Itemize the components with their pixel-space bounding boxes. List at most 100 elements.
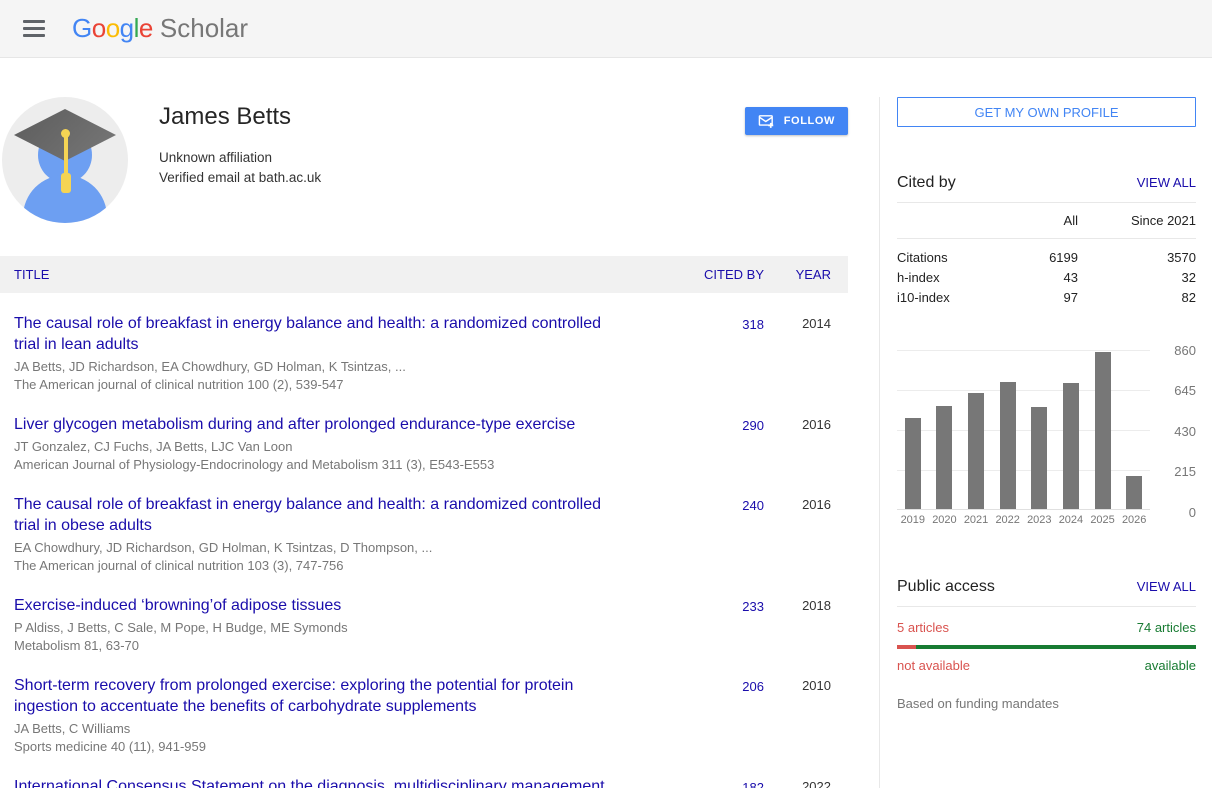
metric-row-i10-index: i10-index 97 82: [897, 288, 1196, 308]
articles-table-header: TITLE CITED BY YEAR: [0, 256, 848, 293]
column-all: All: [998, 213, 1078, 228]
article-row: International Consensus Statement on the…: [0, 756, 848, 788]
profile-name: James Betts: [159, 103, 321, 131]
menu-icon[interactable]: [14, 9, 54, 49]
profile-affiliation: Unknown affiliation: [159, 148, 321, 168]
chart-bar-2026[interactable]: [1126, 476, 1142, 509]
chart-bar-column: [960, 350, 992, 509]
article-row: Liver glycogen metabolism during and aft…: [0, 394, 848, 474]
public-access-bar-available: [916, 645, 1196, 649]
chart-bar-column: [1118, 350, 1150, 509]
article-year: 2022: [764, 776, 848, 788]
scholar-logo-text: Scholar: [160, 13, 248, 44]
cited-by-panel: Cited by VIEW ALL All Since 2021 Citatio…: [897, 174, 1196, 308]
chart-bar-column: [1055, 350, 1087, 509]
chart-bar-2022[interactable]: [1000, 382, 1016, 509]
article-title-link[interactable]: Exercise-induced ‘browning’of adipose ti…: [14, 597, 341, 614]
article-venue: Metabolism 81, 63-70: [14, 637, 629, 655]
article-row: The causal role of breakfast in energy b…: [0, 474, 848, 575]
chart-year-label: 2025: [1087, 514, 1119, 526]
article-title-link[interactable]: The causal role of breakfast in energy b…: [14, 496, 601, 534]
article-cited-by-link[interactable]: 240: [742, 498, 764, 513]
articles-body: The causal role of breakfast in energy b…: [0, 293, 848, 788]
chart-bar-2024[interactable]: [1063, 383, 1079, 509]
chart-bar-2019[interactable]: [905, 418, 921, 509]
available-articles-link[interactable]: 74 articles: [1137, 620, 1196, 635]
article-venue: Sports medicine 40 (11), 941-959: [14, 738, 629, 756]
article-title-link[interactable]: Short-term recovery from prolonged exerc…: [14, 677, 573, 715]
article-venue: The American journal of clinical nutriti…: [14, 376, 629, 394]
chart-year-label: 2026: [1118, 514, 1150, 526]
google-logo-letters: Google: [72, 13, 153, 44]
chart-bar-column: [1087, 350, 1119, 509]
citations-chart-bars: [897, 350, 1150, 509]
article-authors: P Aldiss, J Betts, C Sale, M Pope, H Bud…: [14, 619, 629, 637]
article-cited-by-link[interactable]: 290: [742, 418, 764, 433]
article-year: 2016: [764, 494, 848, 575]
chart-year-label: 2021: [960, 514, 992, 526]
app-header: Google Scholar: [0, 0, 1212, 58]
article-cited-by-link[interactable]: 182: [742, 780, 764, 788]
google-scholar-logo[interactable]: Google Scholar: [72, 13, 248, 44]
chart-year-label: 2022: [992, 514, 1024, 526]
funding-mandates-note: Based on funding mandates: [897, 696, 1196, 711]
sort-by-year-link[interactable]: YEAR: [796, 267, 831, 282]
available-label: available: [1145, 658, 1196, 673]
chart-x-labels: 20192020202120222023202420252026: [897, 514, 1150, 526]
public-access-panel: Public access VIEW ALL 5 articles 74 art…: [897, 578, 1196, 711]
chart-y-axis: 8606454302150: [1156, 350, 1196, 512]
sort-by-title-link[interactable]: TITLE: [14, 267, 49, 282]
envelope-plus-icon: [758, 113, 775, 130]
metric-row-h-index: h-index 43 32: [897, 268, 1196, 288]
chart-plot-area: [897, 350, 1150, 510]
chart-bar-column: [929, 350, 961, 509]
article-cited-by-link[interactable]: 233: [742, 599, 764, 614]
article-row: Short-term recovery from prolonged exerc…: [0, 655, 848, 756]
article-title-link[interactable]: The causal role of breakfast in energy b…: [14, 315, 601, 353]
public-access-progress-bar: [897, 645, 1196, 649]
citations-per-year-chart: 20192020202120222023202420252026 8606454…: [897, 350, 1196, 526]
articles-table: TITLE CITED BY YEAR The causal role of b…: [0, 256, 848, 788]
public-access-bar-unavailable: [897, 645, 916, 649]
metric-row-citations: Citations 6199 3570: [897, 248, 1196, 268]
chart-year-label: 2024: [1055, 514, 1087, 526]
main-content: James Betts Unknown affiliation Verified…: [0, 58, 1212, 788]
article-year: 2010: [764, 675, 848, 756]
sidebar: GET MY OWN PROFILE Cited by VIEW ALL All…: [879, 97, 1197, 788]
follow-button[interactable]: FOLLOW: [745, 107, 848, 135]
citation-metrics: Citations 6199 3570 h-index 43 32 i10-in…: [897, 239, 1196, 308]
profile-header: James Betts Unknown affiliation Verified…: [2, 97, 848, 223]
chart-bar-2020[interactable]: [936, 406, 952, 509]
cited-by-view-all-link[interactable]: VIEW ALL: [1137, 175, 1196, 190]
article-year: 2016: [764, 414, 848, 474]
unavailable-articles-link[interactable]: 5 articles: [897, 620, 949, 635]
article-authors: JT Gonzalez, CJ Fuchs, JA Betts, LJC Van…: [14, 438, 629, 456]
public-access-view-all-link[interactable]: VIEW ALL: [1137, 579, 1196, 594]
profile-column: James Betts Unknown affiliation Verified…: [0, 97, 848, 788]
chart-bar-column: [992, 350, 1024, 509]
article-authors: JA Betts, JD Richardson, EA Chowdhury, G…: [14, 358, 629, 376]
cited-by-title: Cited by: [897, 174, 956, 192]
not-available-label: not available: [897, 658, 970, 673]
article-cited-by-link[interactable]: 206: [742, 679, 764, 694]
profile-info: James Betts Unknown affiliation Verified…: [159, 97, 321, 223]
article-row: The causal role of breakfast in energy b…: [0, 293, 848, 394]
article-title-link[interactable]: Liver glycogen metabolism during and aft…: [14, 416, 575, 433]
profile-avatar[interactable]: [2, 97, 128, 223]
get-my-own-profile-button[interactable]: GET MY OWN PROFILE: [897, 97, 1196, 127]
chart-year-label: 2023: [1024, 514, 1056, 526]
chart-bar-column: [1024, 350, 1056, 509]
chart-bar-2025[interactable]: [1095, 352, 1111, 509]
article-cited-by-link[interactable]: 318: [742, 317, 764, 332]
chart-bar-column: [897, 350, 929, 509]
sort-by-cited-link[interactable]: CITED BY: [704, 267, 764, 282]
article-authors: JA Betts, C Williams: [14, 720, 629, 738]
article-year: 2018: [764, 595, 848, 655]
chart-bar-2021[interactable]: [968, 393, 984, 509]
chart-bar-2023[interactable]: [1031, 407, 1047, 509]
column-since-2021: Since 2021: [1078, 213, 1196, 228]
cited-by-column-headers: All Since 2021: [897, 203, 1196, 239]
public-access-title: Public access: [897, 578, 995, 596]
article-title-link[interactable]: International Consensus Statement on the…: [14, 778, 605, 788]
chart-year-label: 2019: [897, 514, 929, 526]
